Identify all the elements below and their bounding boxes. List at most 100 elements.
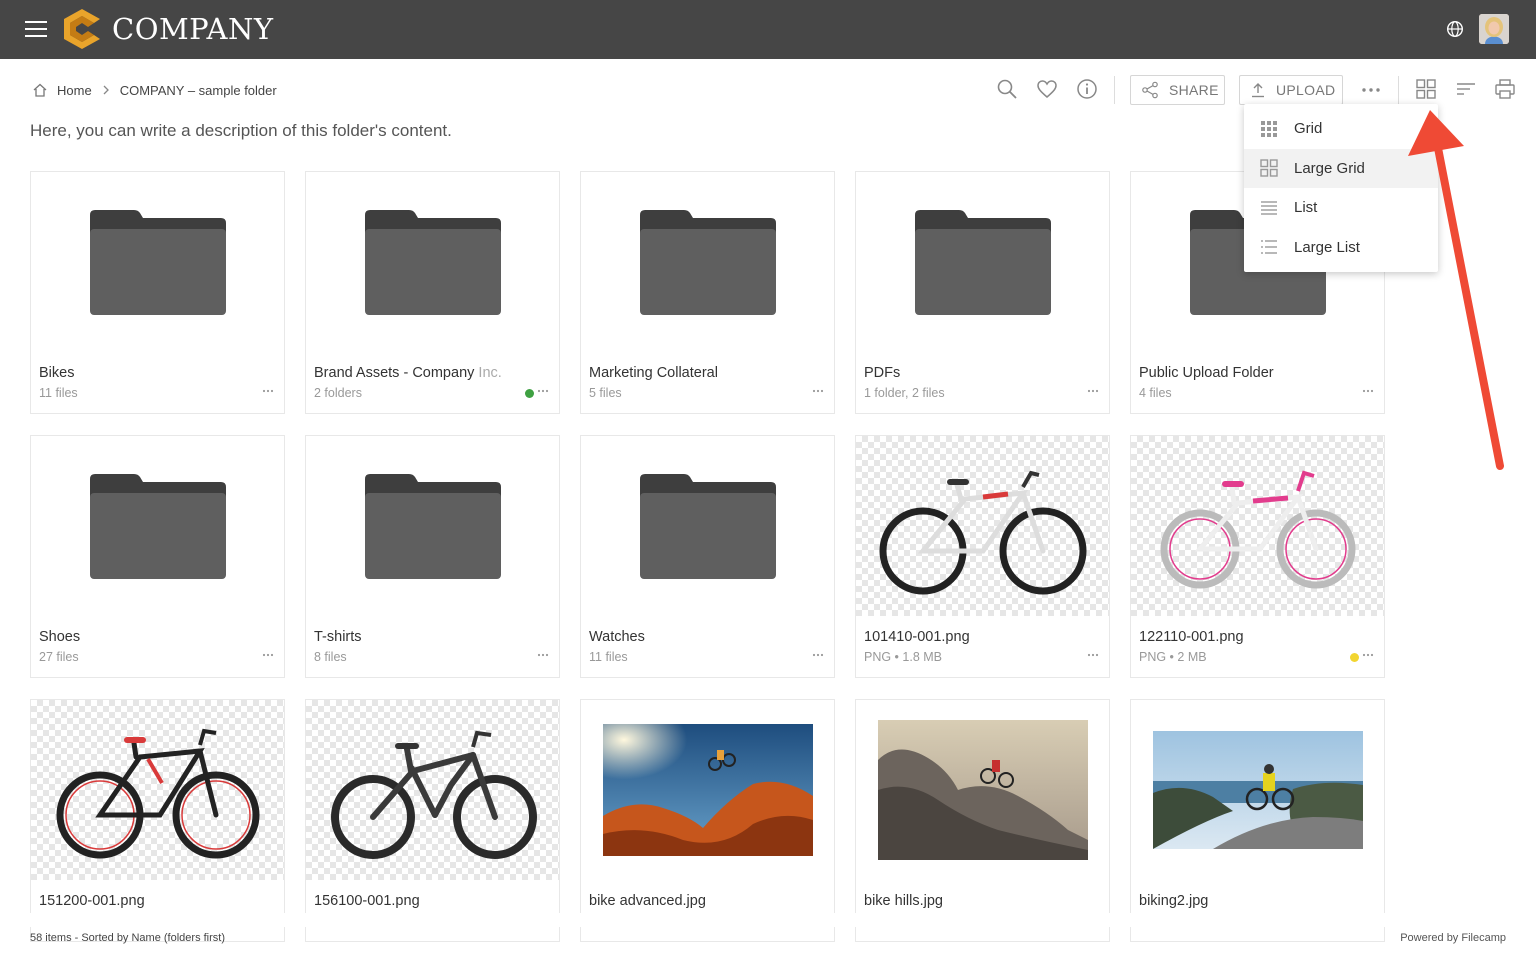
status-dot <box>525 389 534 398</box>
more-options-icon[interactable] <box>262 650 274 660</box>
folder-description: Here, you can write a description of thi… <box>30 121 452 140</box>
home-icon[interactable] <box>32 82 48 98</box>
item-meta: 27 files <box>39 650 79 664</box>
bike-image <box>330 730 537 859</box>
items-summary: 58 items - Sorted by Name (folders first… <box>30 932 226 944</box>
menu-item-label: List <box>1294 199 1318 217</box>
folder-icon <box>364 210 501 315</box>
status-dot <box>1350 653 1359 662</box>
folder-icon <box>89 474 226 579</box>
menu-item-label: Large List <box>1294 238 1360 256</box>
folder-card[interactable]: PDFs 1 folder, 2 files <box>855 171 1110 414</box>
grid-view-icon[interactable] <box>1415 78 1437 100</box>
folder-icon <box>639 474 776 579</box>
image-card[interactable]: bike advanced.jpg <box>580 699 835 942</box>
image-card[interactable]: 122110-001.png PNG • 2 MB <box>1130 435 1385 678</box>
menu-item-list[interactable]: List <box>1244 188 1438 228</box>
item-meta: 4 files <box>1139 386 1172 400</box>
folder-card[interactable]: T-shirts 8 files <box>305 435 560 678</box>
item-name[interactable]: 101410-001.png <box>864 629 1099 645</box>
share-button[interactable]: SHARE <box>1130 75 1225 105</box>
image-card[interactable]: 156100-001.png <box>305 699 560 942</box>
more-options-icon[interactable] <box>1087 650 1099 660</box>
more-options-icon[interactable] <box>812 650 824 660</box>
folder-card[interactable]: Marketing Collateral 5 files <box>580 171 835 414</box>
item-name[interactable]: bike hills.jpg <box>864 893 1099 909</box>
print-icon[interactable] <box>1494 78 1516 100</box>
info-icon[interactable] <box>1076 78 1098 100</box>
folder-icon <box>89 210 226 315</box>
share-icon <box>1142 81 1158 99</box>
more-options-icon[interactable] <box>1362 386 1374 396</box>
search-icon[interactable] <box>996 78 1018 100</box>
item-name[interactable]: 151200-001.png <box>39 893 274 909</box>
folder-card[interactable]: Bikes 11 files <box>30 171 285 414</box>
image-card[interactable]: bike hills.jpg <box>855 699 1110 942</box>
item-name[interactable]: Shoes <box>39 629 274 645</box>
bike-image <box>56 728 259 859</box>
item-name[interactable]: PDFs <box>864 365 1099 381</box>
menu-item-large-list[interactable]: Large List <box>1244 228 1438 268</box>
menu-item-label: Grid <box>1294 120 1323 138</box>
item-name-overflow: Inc. <box>474 365 502 381</box>
toolbar-divider <box>1114 76 1115 104</box>
folder-card[interactable]: Shoes 27 files <box>30 435 285 678</box>
item-meta: 11 files <box>39 386 78 400</box>
sort-icon[interactable] <box>1455 78 1477 100</box>
powered-by-link[interactable]: Powered by Filecamp <box>1400 932 1506 944</box>
more-options-icon[interactable] <box>537 650 549 660</box>
item-name[interactable]: Watches <box>589 629 824 645</box>
more-icon[interactable] <box>1360 78 1382 100</box>
photo-thumbnail <box>1152 731 1363 849</box>
item-name[interactable]: 122110-001.png <box>1139 629 1374 645</box>
image-card[interactable]: 151200-001.png <box>30 699 285 942</box>
item-meta: PNG • 1.8 MB <box>864 650 943 664</box>
more-options-icon[interactable] <box>812 386 824 396</box>
item-name-text: Brand Assets - Company <box>314 365 475 381</box>
item-meta: 5 files <box>589 386 622 400</box>
more-options-icon[interactable] <box>537 386 549 396</box>
chevron-right-icon <box>103 85 109 95</box>
brand-name[interactable]: COMPANY <box>112 12 273 46</box>
item-name[interactable]: 156100-001.png <box>314 893 549 909</box>
item-name[interactable]: Marketing Collateral <box>589 365 824 381</box>
more-options-icon[interactable] <box>1087 386 1099 396</box>
upload-label: UPLOAD <box>1276 82 1336 98</box>
grid-small-icon <box>1261 120 1277 137</box>
item-name[interactable]: Bikes <box>39 365 274 381</box>
folder-card[interactable]: Brand Assets - Company Inc. 2 folders <box>305 171 560 414</box>
item-name[interactable]: Public Upload Folder <box>1139 365 1374 381</box>
hamburger-menu-icon[interactable] <box>25 21 47 37</box>
item-name[interactable]: biking2.jpg <box>1139 893 1374 909</box>
view-mode-menu: Grid Large Grid List Large List <box>1244 104 1438 272</box>
folder-card[interactable]: Watches 11 files <box>580 435 835 678</box>
user-avatar[interactable] <box>1479 14 1509 44</box>
more-options-icon[interactable] <box>262 386 274 396</box>
menu-item-large-grid[interactable]: Large Grid <box>1244 148 1438 188</box>
bike-image <box>1160 470 1355 589</box>
company-logo-icon[interactable] <box>62 8 102 50</box>
top-bar: COMPANY <box>0 0 1536 59</box>
item-meta: PNG • 2 MB <box>1139 650 1207 664</box>
breadcrumb-current[interactable]: COMPANY – sample folder <box>120 83 277 98</box>
item-name[interactable]: Brand Assets - Company Inc. <box>314 365 549 381</box>
photo-thumbnail <box>602 724 813 856</box>
globe-icon[interactable] <box>1446 20 1464 38</box>
heart-icon[interactable] <box>1036 78 1058 100</box>
list-large-icon <box>1261 240 1277 254</box>
image-card[interactable]: 101410-001.png PNG • 1.8 MB <box>855 435 1110 678</box>
toolbar-divider <box>1398 76 1399 104</box>
upload-icon <box>1252 83 1264 98</box>
item-name[interactable]: T-shirts <box>314 629 549 645</box>
item-meta: 1 folder, 2 files <box>864 386 945 400</box>
footer-divider <box>0 913 1536 927</box>
menu-item-grid[interactable]: Grid <box>1244 109 1438 149</box>
more-options-icon[interactable] <box>1362 650 1374 660</box>
grid-large-icon <box>1260 159 1278 177</box>
item-name[interactable]: bike advanced.jpg <box>589 893 824 909</box>
share-label: SHARE <box>1169 82 1219 98</box>
upload-button[interactable]: UPLOAD <box>1239 75 1343 105</box>
breadcrumb-home[interactable]: Home <box>57 83 92 98</box>
image-card[interactable]: biking2.jpg <box>1130 699 1385 942</box>
breadcrumb: Home COMPANY – sample folder <box>32 80 277 100</box>
